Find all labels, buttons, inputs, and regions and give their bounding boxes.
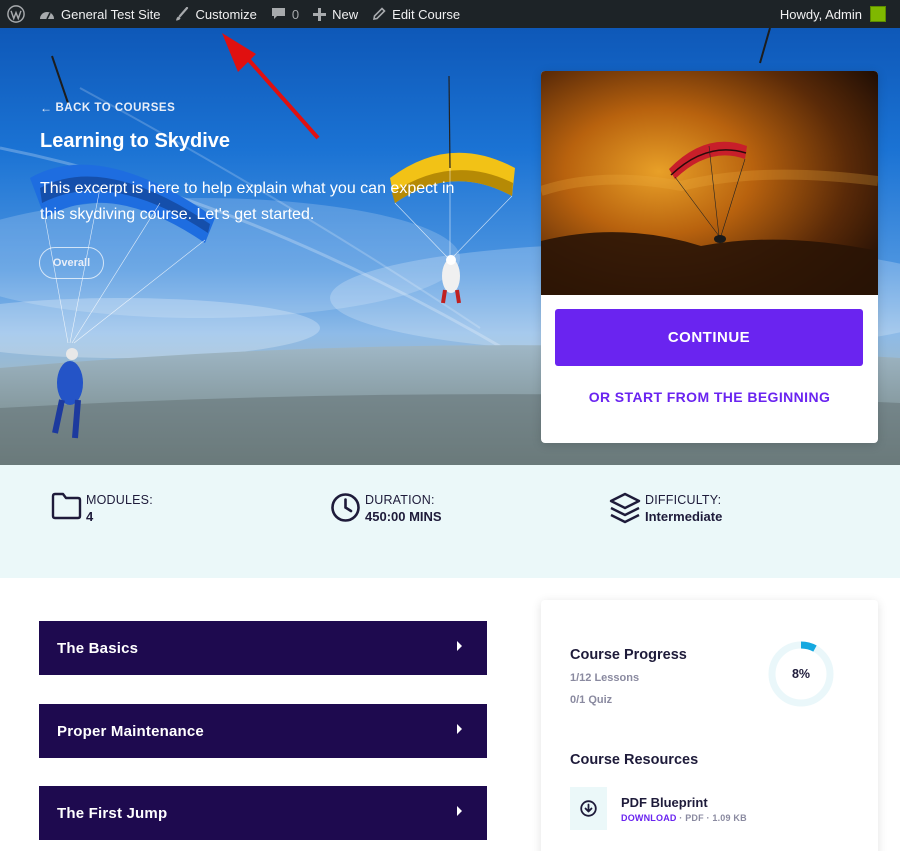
new-label: New — [332, 6, 359, 22]
layers-icon — [609, 492, 641, 524]
start-from-beginning-link[interactable]: OR START FROM THE BEGINNING — [541, 389, 878, 405]
pencil-icon — [373, 7, 386, 20]
arrow-left-icon: ← — [40, 101, 53, 115]
comments-link[interactable]: 0 — [264, 0, 306, 28]
resource-file-info: · PDF · 1.09 KB — [676, 813, 747, 823]
my-account-menu[interactable]: Howdy, Admin — [780, 0, 900, 28]
stat-duration: DURATION: 450:00 MINS — [330, 492, 442, 526]
plus-icon — [313, 7, 327, 21]
course-progress-card: Course Progress 1/12 Lessons 0/1 Quiz 8%… — [541, 600, 878, 851]
modules-label: MODULES: — [86, 493, 153, 507]
progress-percent: 8% — [791, 667, 811, 681]
continue-button[interactable]: CONTINUE — [555, 309, 863, 366]
customize-label: Customize — [195, 6, 257, 22]
avatar — [870, 6, 886, 22]
course-cta-card: CONTINUE OR START FROM THE BEGINNING — [541, 71, 878, 443]
caret-right-icon — [457, 724, 462, 734]
folder-icon — [51, 492, 82, 520]
wordpress-icon — [7, 5, 25, 23]
lessons-progress: 1/12 Lessons — [570, 672, 640, 684]
download-circle-icon — [580, 800, 597, 817]
course-resources-title: Course Resources — [570, 752, 699, 768]
duration-value: 450:00 MINS — [365, 509, 442, 524]
paraglider-sunset-image — [541, 71, 878, 295]
caret-right-icon — [457, 641, 462, 651]
course-progress-title: Course Progress — [570, 647, 687, 663]
new-content-link[interactable]: New — [306, 0, 365, 28]
course-title: Learning to Skydive — [40, 130, 231, 152]
edit-course-link[interactable]: Edit Course — [365, 0, 467, 28]
back-to-courses-link[interactable]: ← BACK TO COURSES — [40, 101, 175, 115]
module-accordion-proper-maintenance[interactable]: Proper Maintenance — [39, 704, 487, 758]
category-tag[interactable]: Overall — [39, 247, 104, 279]
modules-value: 4 — [86, 509, 94, 524]
site-name-label: General Test Site — [61, 6, 161, 22]
module-accordion-the-first-jump[interactable]: The First Jump — [39, 786, 487, 840]
back-to-courses-label: BACK TO COURSES — [55, 102, 176, 114]
duration-label: DURATION: — [365, 493, 435, 507]
admin-bar: General Test Site Customize 0 New Edit C… — [0, 0, 900, 28]
stat-difficulty: DIFFICULTY: Intermediate — [609, 492, 722, 526]
course-excerpt: This excerpt is here to help explain wha… — [40, 180, 455, 223]
site-name-link[interactable]: General Test Site — [32, 0, 167, 28]
paintbrush-icon — [176, 6, 189, 20]
module-title: The Basics — [57, 639, 139, 657]
resource-meta: DOWNLOAD · PDF · 1.09 KB — [621, 813, 747, 823]
customize-link[interactable]: Customize — [167, 0, 263, 28]
course-stats: MODULES: 4 DURATION: 450:00 MINS DIFFICU… — [0, 465, 900, 578]
module-accordion-the-basics[interactable]: The Basics — [39, 621, 487, 675]
resource-download-button[interactable] — [570, 787, 607, 830]
difficulty-label: DIFFICULTY: — [645, 493, 722, 507]
clock-icon — [331, 493, 360, 522]
dashboard-icon — [40, 12, 54, 20]
caret-right-icon — [457, 806, 462, 816]
resource-name: PDF Blueprint — [621, 795, 708, 810]
module-title: Proper Maintenance — [57, 722, 204, 740]
resource-download-link[interactable]: DOWNLOAD — [621, 813, 677, 823]
difficulty-value: Intermediate — [645, 509, 723, 524]
comment-icon — [271, 8, 285, 19]
quiz-progress: 0/1 Quiz — [570, 694, 613, 706]
edit-course-label: Edit Course — [392, 6, 461, 22]
wordpress-logo-button[interactable] — [0, 0, 32, 28]
stat-modules: MODULES: 4 — [51, 492, 153, 526]
module-title: The First Jump — [57, 804, 168, 822]
howdy-label: Howdy, Admin — [779, 6, 862, 22]
comments-count: 0 — [291, 6, 300, 22]
